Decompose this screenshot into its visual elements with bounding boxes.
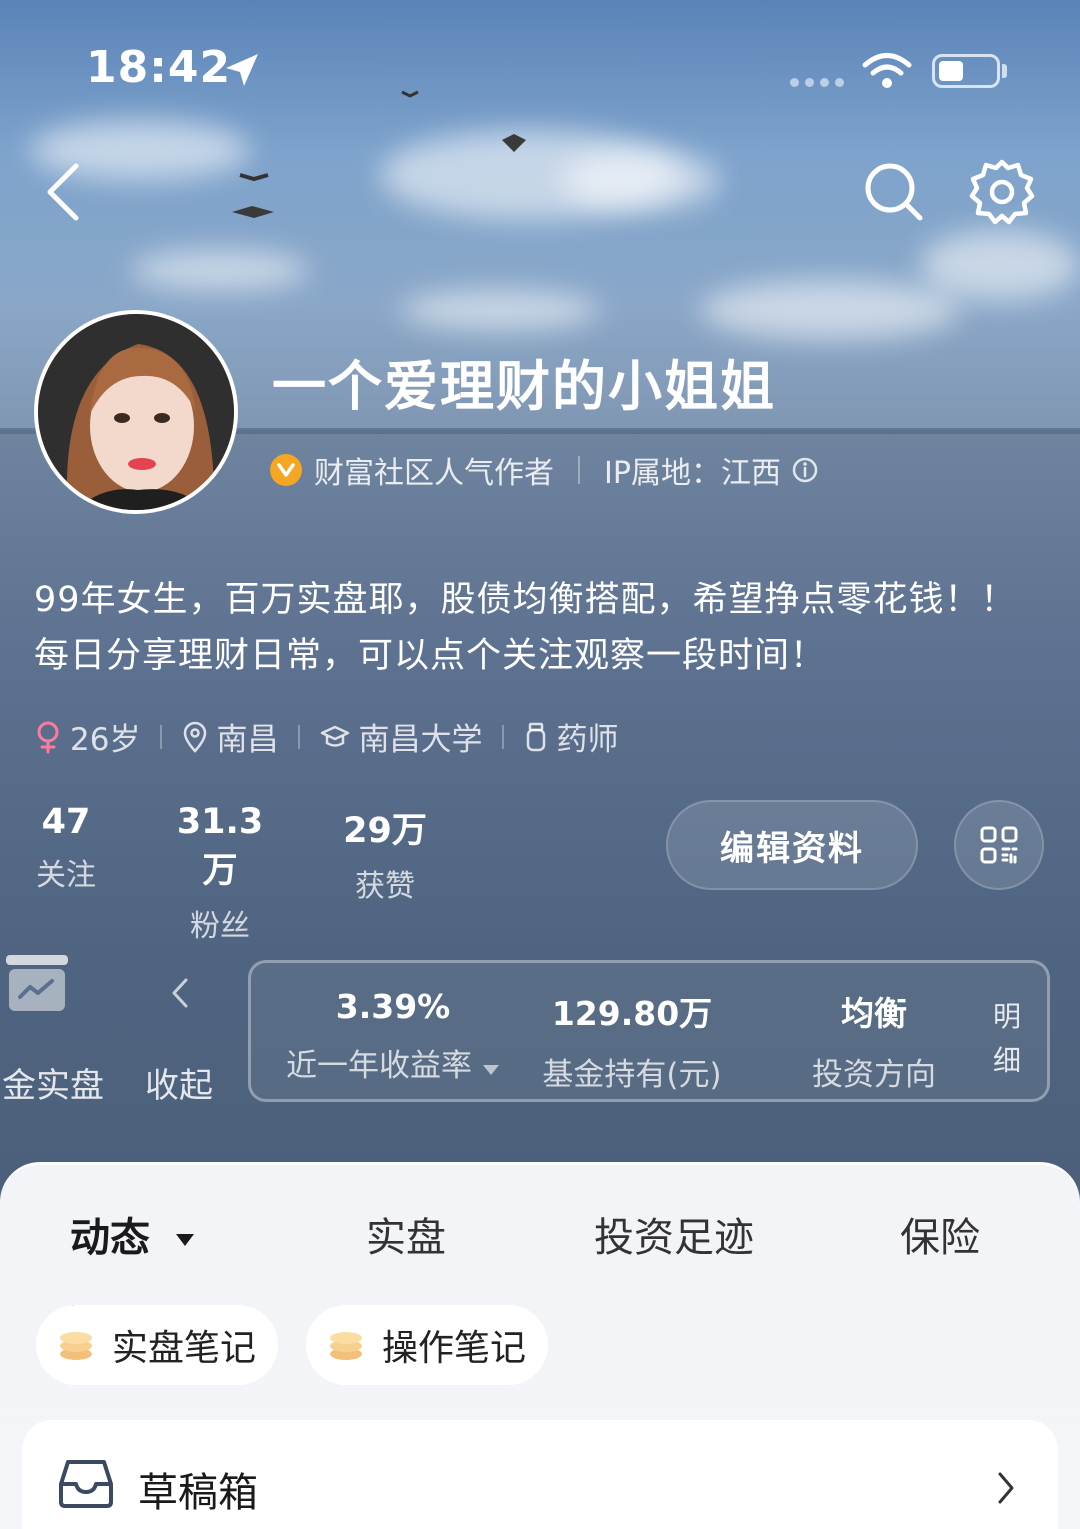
author-badge-label: 财富社区人气作者 [314,456,554,491]
drafts-label: 草稿箱 [138,1470,258,1516]
detail-label-line1: 明 [992,1000,1021,1033]
wifi-icon [862,53,912,88]
investment-direction[interactable]: 均衡 投资方向 [799,987,949,1094]
edit-profile-button[interactable]: 编辑资料 [666,800,918,890]
location-arrow-icon [226,54,258,86]
tab-feed[interactable]: 动态 [70,1205,196,1263]
gold-portfolio-label[interactable]: 金实盘 [2,1058,104,1107]
occupation-icon [527,722,546,751]
drafts-row[interactable]: 草稿箱 [22,1420,1058,1529]
collapse-label[interactable]: 收起 [145,1058,213,1107]
qr-code-button[interactable] [954,800,1044,890]
annual-return-label-row: 近一年收益率 [283,1040,503,1085]
author-badge-row: 财富社区人气作者 IP属地：江西 [270,448,819,492]
tab-insurance[interactable]: 保险 [900,1205,980,1263]
coin-stack-icon [60,1332,92,1360]
divider [502,724,505,749]
stat-followers-value: 31.3万 [176,802,264,891]
female-icon [37,721,59,753]
stat-followers[interactable]: 31.3万 粉丝 [160,802,280,945]
fund-holdings-value: 129.80万 [551,994,713,1033]
search-icon[interactable] [862,160,926,224]
chevron-right-icon [998,1472,1014,1504]
caret-down-icon [175,1234,194,1246]
divider [578,456,580,484]
divider [298,724,301,749]
tab-investment-footprint[interactable]: 投资足迹 [594,1205,754,1263]
tag-city: 南昌 [182,714,278,759]
portfolio-summary-card[interactable]: 3.39% 近一年收益率 129.80万 基金持有(元) 均衡 投资方向 明 细 [248,960,1050,1102]
annual-return[interactable]: 3.39% 近一年收益率 [283,987,503,1085]
inbox-tray-icon [59,1460,113,1508]
battery-icon [932,54,1000,88]
battery-tip [1002,64,1007,78]
chevron-left-icon[interactable] [168,976,192,1010]
stat-following-label: 关注 [36,858,96,893]
tab-feed-label: 动态 [70,1215,150,1261]
avatar[interactable] [34,310,238,514]
content-tabs: 动态 实盘 投资足迹 保险 [0,1205,1080,1311]
settings-gear-icon[interactable] [968,158,1036,226]
nickname: 一个爱理财的小姐姐 [272,355,776,418]
tag-occupation: 药师 [524,714,618,759]
tag-school-label: 南昌大学 [358,722,483,758]
stat-following-value: 47 [41,802,91,842]
qr-code-icon [980,826,1018,864]
profile-tags: 26岁 南昌 南昌大学 药师 [34,714,618,759]
content-sheet: 动态 实盘 投资足迹 保险 实盘笔记 操作笔记 草稿箱 [0,1162,1080,1529]
chip-trade-notes-label: 操作笔记 [382,1328,527,1369]
investment-direction-value: 均衡 [841,994,907,1033]
stat-likes[interactable]: 29万 获赞 [340,802,430,905]
chip-portfolio-notes[interactable]: 实盘笔记 [36,1305,279,1385]
verified-v-icon [270,454,302,486]
tab-real-portfolio[interactable]: 实盘 [366,1205,446,1263]
tag-occupation-label: 药师 [556,722,619,758]
portfolio-chart-icon[interactable] [6,955,68,1013]
coin-stack-icon [330,1332,362,1360]
tag-school: 南昌大学 [320,714,482,759]
tag-city-label: 南昌 [216,722,279,758]
avatar-portrait [38,314,234,510]
detail-label-line2: 细 [992,1044,1021,1077]
chip-trade-notes[interactable]: 操作笔记 [306,1305,549,1385]
ip-location: IP属地：江西 [604,456,781,491]
profile-bio: 99年女生，百万实盘耶，股债均衡搭配，希望挣点零花钱！！每日分享理财日常，可以点… [34,580,1017,676]
annual-return-value: 3.39% [335,987,451,1026]
investment-direction-label: 投资方向 [812,1057,936,1093]
tag-age-label: 26岁 [70,722,141,758]
stat-following[interactable]: 47 关注 [34,802,98,894]
status-time: 18:42 [86,42,232,93]
battery-level [939,61,963,81]
back-arrow-icon[interactable] [42,162,82,222]
stat-likes-value: 29万 [343,811,427,851]
info-icon[interactable] [791,456,819,484]
caret-down-icon [482,1065,499,1075]
signal-dots-icon [790,78,844,87]
graduation-cap-icon [321,725,350,747]
fund-holdings[interactable]: 129.80万 基金持有(元) [537,987,727,1094]
stat-likes-label: 获赞 [355,869,415,904]
chip-portfolio-notes-label: 实盘笔记 [112,1328,257,1369]
stat-followers-label: 粉丝 [190,909,250,944]
tag-age: 26岁 [34,714,140,759]
divider [160,724,163,749]
fund-holdings-label: 基金持有(元) [542,1057,722,1093]
detail-link[interactable]: 明 细 [987,995,1027,1083]
location-pin-icon [184,721,207,753]
annual-return-label: 近一年收益率 [286,1048,473,1084]
